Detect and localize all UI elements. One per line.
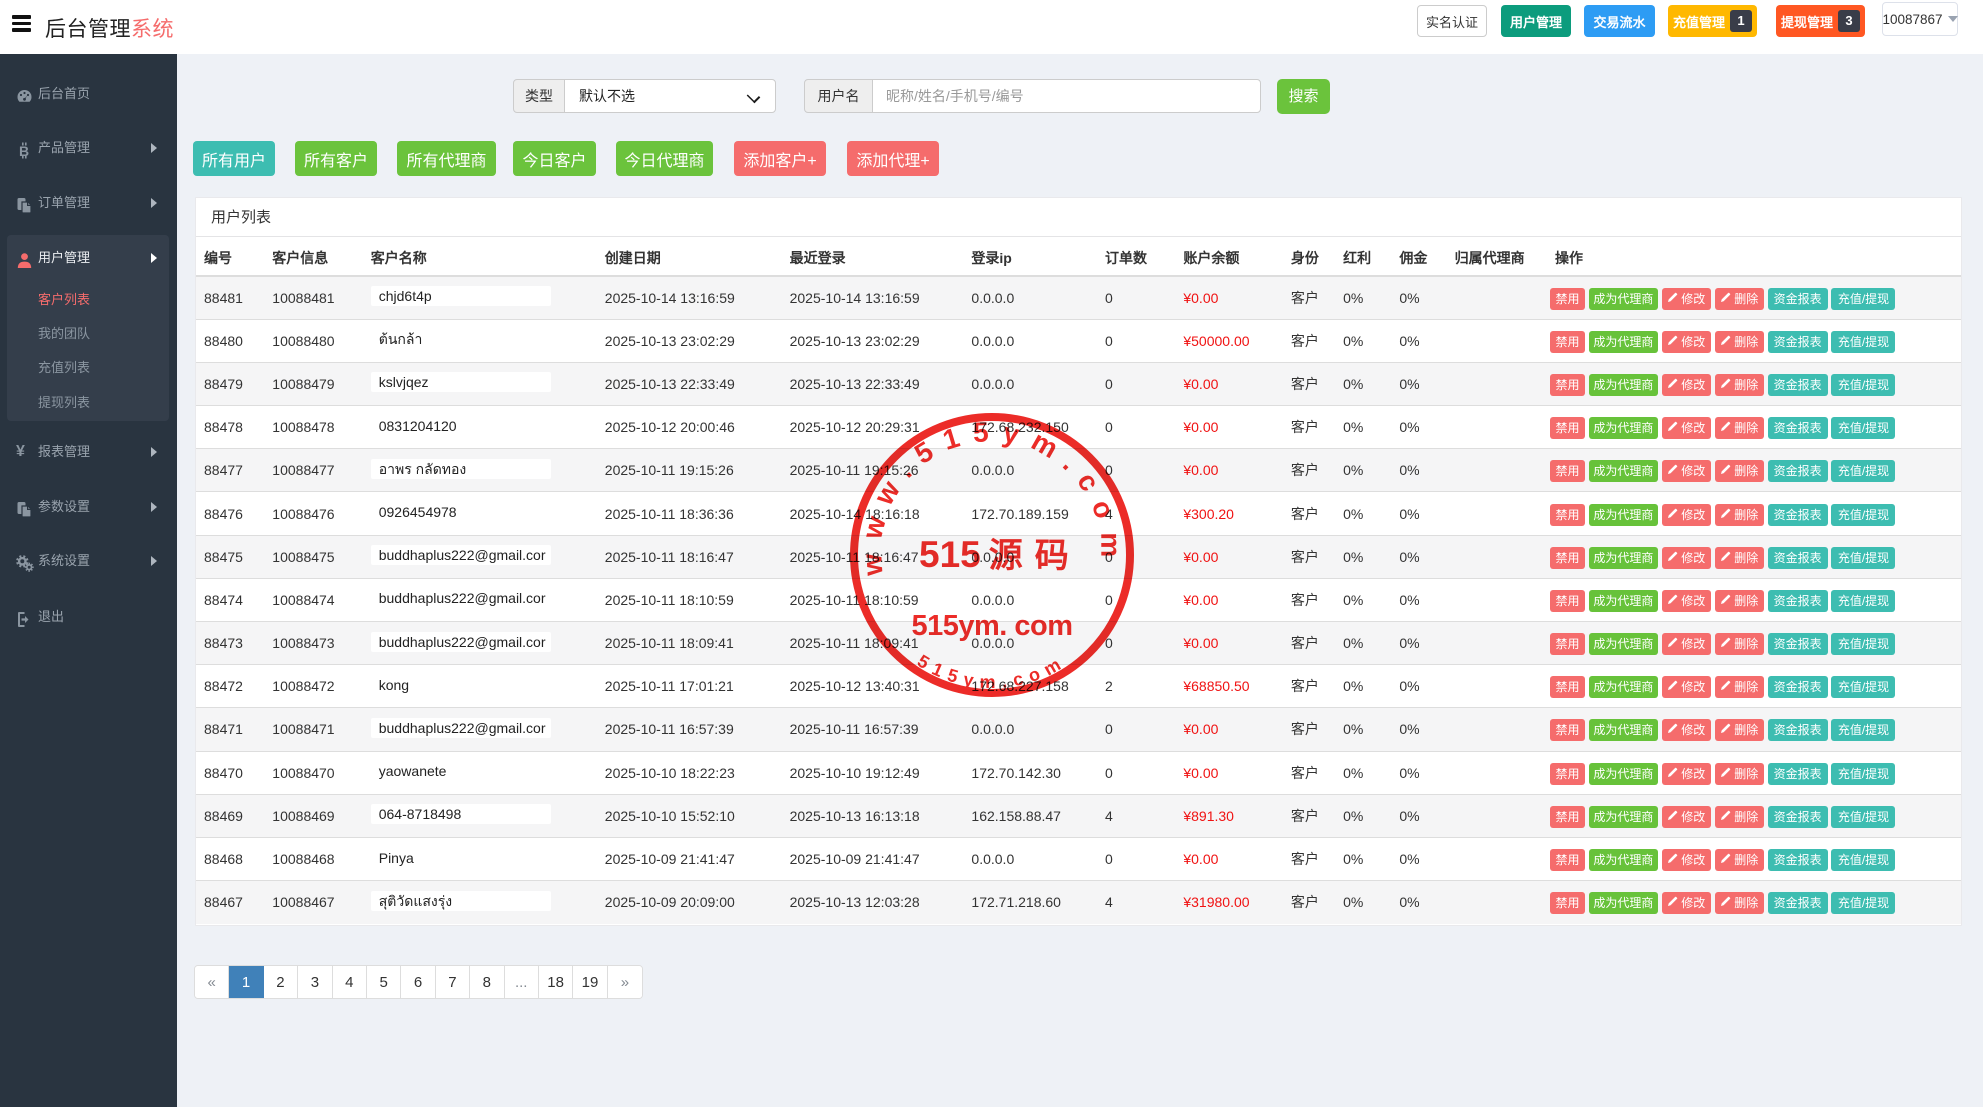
svg-text:515源码: 515 源码 <box>919 534 1081 575</box>
svg-text:515ym. com: 515ym. com <box>911 610 1072 642</box>
svg-text:B: B <box>19 143 29 159</box>
